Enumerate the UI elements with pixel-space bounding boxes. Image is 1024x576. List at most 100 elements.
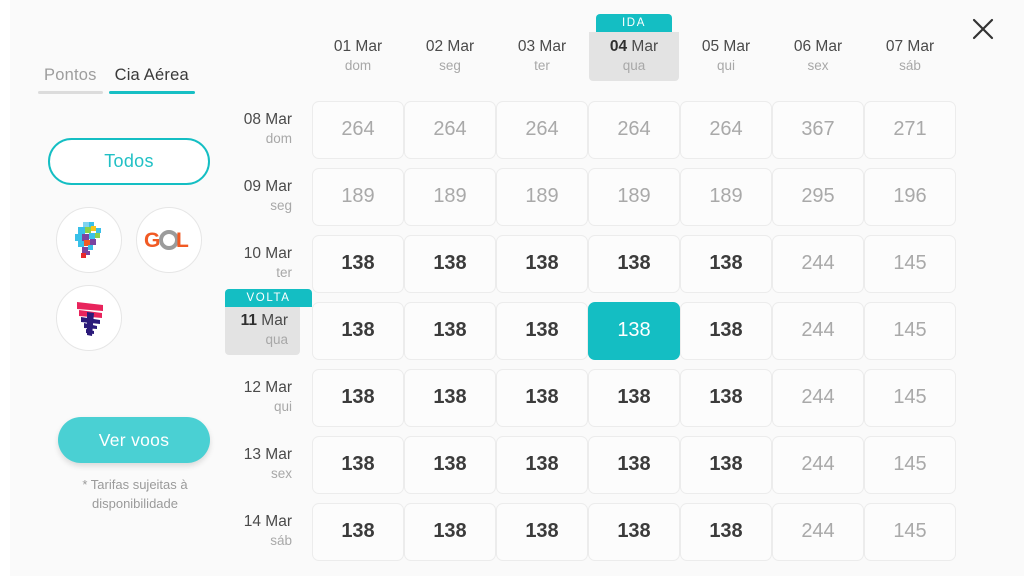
fare-cell-slot: 138 <box>588 368 680 427</box>
row-header-weekday: qui <box>273 399 292 415</box>
column-header-inner: 01 Mar dom <box>313 32 403 81</box>
svg-text:L: L <box>176 229 189 252</box>
fare-cell-05-13[interactable]: 138 <box>680 435 772 494</box>
airline-logo-latam[interactable] <box>56 285 122 351</box>
fare-cell-01-11[interactable]: 138 <box>312 301 404 360</box>
airline-logo-azul[interactable] <box>56 207 122 273</box>
fare-cell-07-09[interactable]: 196 <box>864 167 956 226</box>
row-header-inner: 13 Mar sex <box>215 440 300 488</box>
fare-cell-slot: 138 <box>404 435 496 494</box>
fare-cell-03-09[interactable]: 189 <box>496 167 588 226</box>
fare-cell-05-09[interactable]: 189 <box>680 167 772 226</box>
fare-cell-07-12[interactable]: 145 <box>864 368 956 427</box>
fare-cell-03-11[interactable]: 138 <box>496 301 588 360</box>
fare-cell-slot: 145 <box>864 502 956 561</box>
airline-logo-gol[interactable]: G L <box>136 207 202 273</box>
row-header-12-mar[interactable]: 12 Mar qui <box>215 373 312 421</box>
column-header-01-mar[interactable]: 01 Mar dom <box>312 14 404 81</box>
fare-cell-04-10[interactable]: 138 <box>588 234 680 293</box>
fare-cell-06-14[interactable]: 244 <box>772 502 864 561</box>
fare-cell-02-11[interactable]: 138 <box>404 301 496 360</box>
row-header-weekday: seg <box>270 198 292 214</box>
row-header-08-mar[interactable]: 08 Mar dom <box>215 105 312 153</box>
fare-cell-slot: 145 <box>864 234 956 293</box>
fare-cell-slot: 244 <box>772 301 864 360</box>
fare-cell-03-10[interactable]: 138 <box>496 234 588 293</box>
column-header-weekday: sáb <box>899 57 921 73</box>
fare-cell-06-11[interactable]: 244 <box>772 301 864 360</box>
row-header-11-mar[interactable]: VOLTA 11 Mar qua <box>215 289 312 355</box>
row-header-14-mar[interactable]: 14 Mar sáb <box>215 507 312 555</box>
row-header-10-mar[interactable]: 10 Mar ter <box>215 239 312 287</box>
tab-cia-aerea[interactable]: Cia Aérea <box>108 66 195 94</box>
fare-cell-slot: 138 <box>312 435 404 494</box>
column-header-02-mar[interactable]: 02 Mar seg <box>404 14 496 81</box>
fare-cell-03-14[interactable]: 138 <box>496 502 588 561</box>
fare-cell-slot: 138 <box>496 301 588 360</box>
fare-cell-07-13[interactable]: 145 <box>864 435 956 494</box>
fare-cell-04-13[interactable]: 138 <box>588 435 680 494</box>
azul-logo-icon <box>75 222 101 258</box>
fare-cell-01-08[interactable]: 264 <box>312 100 404 159</box>
column-header-04-mar[interactable]: IDA 04 Mar qua <box>588 14 680 82</box>
fare-cell-04-08[interactable]: 264 <box>588 100 680 159</box>
row-header-date: 12 Mar <box>243 379 292 397</box>
row-header-13-mar[interactable]: 13 Mar sex <box>215 440 312 488</box>
fare-cell-05-11[interactable]: 138 <box>680 301 772 360</box>
fare-cell-02-12[interactable]: 138 <box>404 368 496 427</box>
fare-cell-07-14[interactable]: 145 <box>864 502 956 561</box>
fare-cell-06-13[interactable]: 244 <box>772 435 864 494</box>
fare-cell-slot: 138 <box>312 301 404 360</box>
fare-cell-02-08[interactable]: 264 <box>404 100 496 159</box>
fare-cell-01-09[interactable]: 189 <box>312 167 404 226</box>
fare-cell-02-09[interactable]: 189 <box>404 167 496 226</box>
fare-cell-07-08[interactable]: 271 <box>864 100 956 159</box>
fare-cell-02-13[interactable]: 138 <box>404 435 496 494</box>
left-edge-strip <box>0 0 10 576</box>
fare-cell-slot: 271 <box>864 100 956 159</box>
fare-cell-02-14[interactable]: 138 <box>404 502 496 561</box>
column-header-03-mar[interactable]: 03 Mar ter <box>496 14 588 81</box>
fare-cell-05-12[interactable]: 138 <box>680 368 772 427</box>
fare-cell-03-13[interactable]: 138 <box>496 435 588 494</box>
fare-cell-02-10[interactable]: 138 <box>404 234 496 293</box>
fare-cell-01-10[interactable]: 138 <box>312 234 404 293</box>
see-flights-button[interactable]: Ver voos <box>58 417 210 463</box>
fare-cell-04-11[interactable]: 138 <box>588 301 680 360</box>
close-button[interactable] <box>966 12 1000 46</box>
column-header-06-mar[interactable]: 06 Mar sex <box>772 14 864 81</box>
row-header-inner: 14 Mar sáb <box>215 507 300 555</box>
column-header-07-mar[interactable]: 07 Mar sáb <box>864 14 956 81</box>
fare-cell-04-12[interactable]: 138 <box>588 368 680 427</box>
fare-cell-07-11[interactable]: 145 <box>864 301 956 360</box>
row-header-weekday: qua <box>265 332 288 348</box>
fare-cell-03-08[interactable]: 264 <box>496 100 588 159</box>
fare-cell-06-08[interactable]: 367 <box>772 100 864 159</box>
fare-cell-05-10[interactable]: 138 <box>680 234 772 293</box>
filter-all-button[interactable]: Todos <box>48 138 210 185</box>
fare-cell-03-12[interactable]: 138 <box>496 368 588 427</box>
fare-cell-06-09[interactable]: 295 <box>772 167 864 226</box>
fare-cell-slot: 264 <box>312 100 404 159</box>
fare-cell-06-12[interactable]: 244 <box>772 368 864 427</box>
fare-cell-04-14[interactable]: 138 <box>588 502 680 561</box>
fare-cell-slot: 138 <box>680 502 772 561</box>
fare-cell-05-14[interactable]: 138 <box>680 502 772 561</box>
row-header-09-mar[interactable]: 09 Mar seg <box>215 172 312 220</box>
fare-cell-04-09[interactable]: 189 <box>588 167 680 226</box>
fare-cell-01-12[interactable]: 138 <box>312 368 404 427</box>
fare-cell-05-08[interactable]: 264 <box>680 100 772 159</box>
fare-cell-slot: 145 <box>864 435 956 494</box>
column-header-05-mar[interactable]: 05 Mar qui <box>680 14 772 81</box>
tab-pontos[interactable]: Pontos <box>38 66 103 94</box>
column-header-weekday: dom <box>344 57 372 73</box>
fare-cell-06-10[interactable]: 244 <box>772 234 864 293</box>
table-row: 08 Mar dom 264 264 264 264 264 367 271 <box>215 96 956 163</box>
tab-pontos-label: Pontos <box>44 66 97 84</box>
row-header-inner: 10 Mar ter <box>215 239 300 287</box>
column-header-weekday: ter <box>534 57 550 73</box>
fare-cell-07-10[interactable]: 145 <box>864 234 956 293</box>
close-icon <box>972 18 994 40</box>
fare-cell-01-14[interactable]: 138 <box>312 502 404 561</box>
fare-cell-01-13[interactable]: 138 <box>312 435 404 494</box>
